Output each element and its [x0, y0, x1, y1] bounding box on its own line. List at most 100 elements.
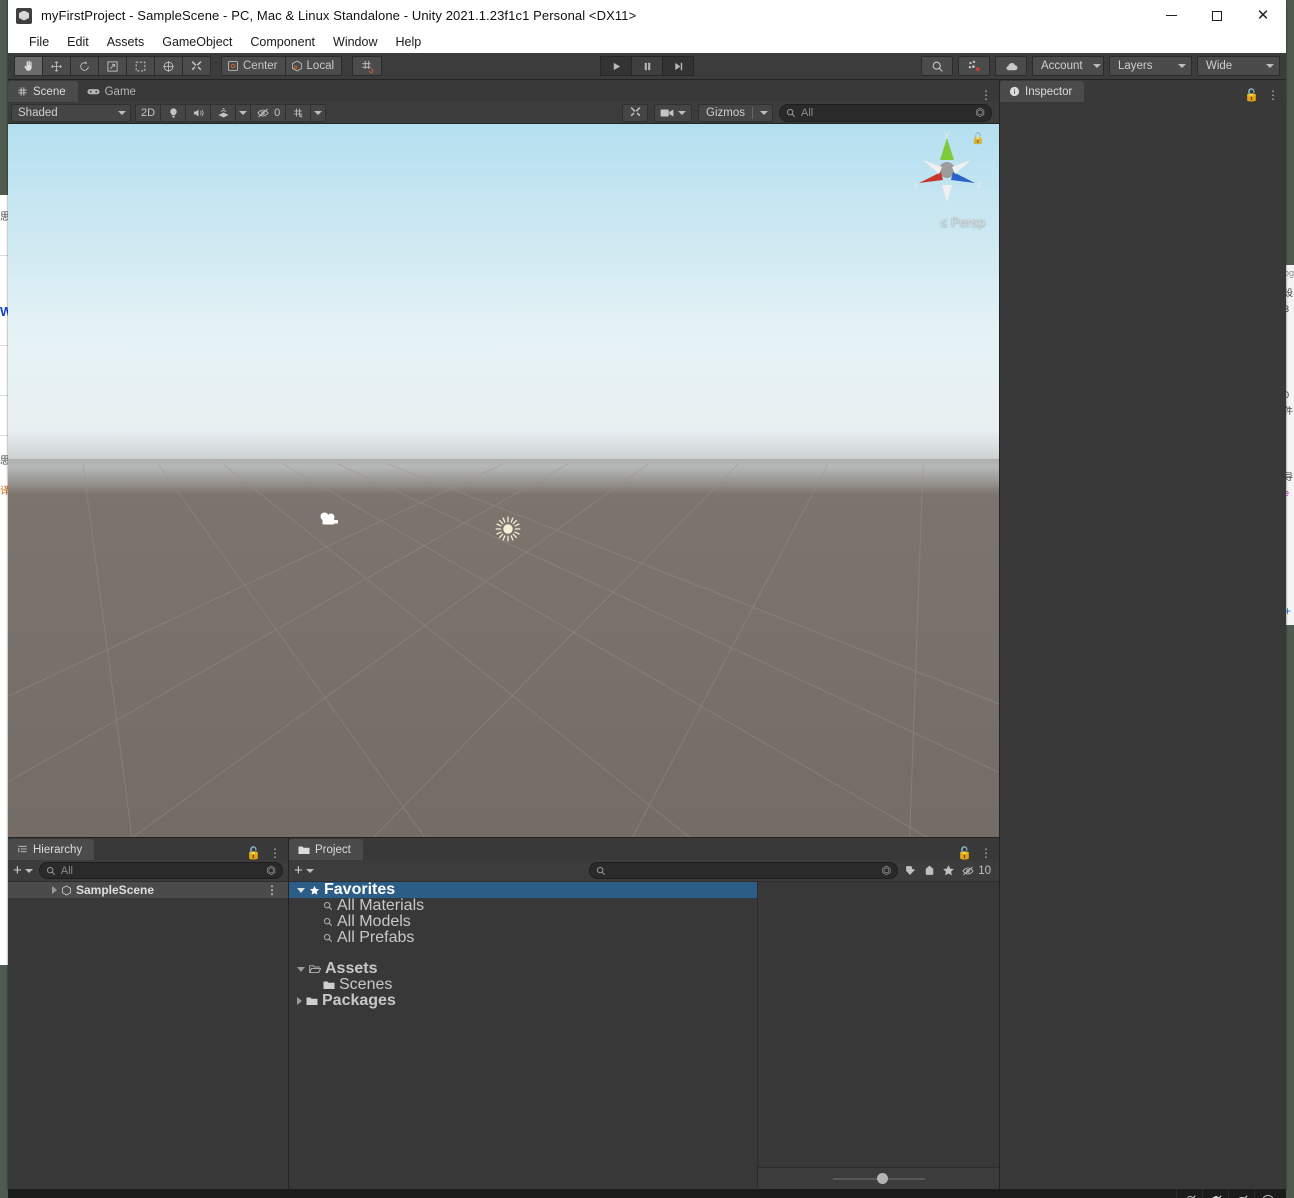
menu-item-file[interactable]: File — [20, 33, 58, 51]
expand-triangle-icon[interactable] — [297, 887, 305, 893]
project-lock-open-icon[interactable]: 🔓 — [957, 846, 972, 860]
rotate-tool-button[interactable] — [70, 56, 99, 76]
search-button[interactable] — [921, 56, 953, 76]
scene-viewport[interactable]: y x z 🔓 ≤ Persp — [8, 124, 999, 837]
preview-off-icon[interactable] — [1228, 1189, 1254, 1198]
hierarchy-add-button[interactable]: + — [13, 862, 33, 879]
tab-scene[interactable]: Scene — [8, 81, 78, 102]
project-content-area[interactable] — [758, 882, 999, 1189]
play-button[interactable] — [600, 56, 632, 76]
hierarchy-item-samplescene[interactable]: SampleScene ⋮ — [8, 882, 288, 898]
scene-hidden-objects[interactable]: 0 — [250, 103, 287, 122]
project-tree-item-all-materials[interactable]: All Materials — [289, 897, 757, 914]
search-expand-icon[interactable]: ⏣ — [266, 864, 276, 877]
expand-triangle-icon[interactable] — [52, 886, 57, 894]
step-button[interactable] — [662, 56, 694, 76]
collab-button[interactable] — [958, 56, 990, 76]
search-expand-icon[interactable]: ⏣ — [975, 106, 985, 119]
layers-label: Layers — [1118, 60, 1153, 72]
scene-icon — [62, 884, 71, 896]
projection-label[interactable]: ≤ Persp — [940, 214, 985, 229]
search-expand-icon[interactable]: ⏣ — [882, 864, 892, 877]
inspector-lock-open-icon[interactable]: 🔓 — [1244, 88, 1259, 102]
pivot-rotation-button[interactable]: Local — [284, 56, 343, 76]
grid-snap-button[interactable] — [352, 56, 383, 76]
project-zoom-slider[interactable] — [832, 1172, 925, 1184]
account-dropdown[interactable]: Account — [1032, 56, 1104, 76]
project-tree-item-packages[interactable]: Packages — [289, 992, 757, 1009]
layers-dropdown[interactable]: Layers — [1109, 56, 1192, 76]
rect-tool-button[interactable] — [126, 56, 155, 76]
scene-fx-dropdown[interactable] — [235, 103, 252, 122]
directional-light-gizmo[interactable] — [495, 516, 521, 547]
hierarchy-search-input[interactable]: All ⏣ — [38, 862, 283, 879]
menu-item-window[interactable]: Window — [324, 33, 386, 51]
main-toolbar: Center Local Account Layers Wide — [8, 53, 1286, 80]
layout-dropdown[interactable]: Wide — [1197, 56, 1280, 76]
draw-mode-dropdown[interactable]: Shaded — [11, 103, 131, 122]
scene-kebab-menu-icon[interactable]: ⋮ — [980, 88, 992, 102]
project-tree-item-all-models[interactable]: All Models — [289, 913, 757, 930]
project-add-button[interactable]: + — [294, 862, 314, 879]
menu-item-gameobject[interactable]: GameObject — [153, 33, 241, 51]
transform-tool-button[interactable] — [154, 56, 183, 76]
project-kebab-menu-icon[interactable]: ⋮ — [980, 846, 992, 860]
menu-item-assets[interactable]: Assets — [98, 33, 154, 51]
gizmos-dropdown[interactable]: Gizmos | — [698, 103, 773, 122]
project-tree[interactable]: Favorites All Materials All Models All P… — [289, 881, 758, 1189]
hierarchy-kebab-menu-icon[interactable]: ⋮ — [269, 846, 281, 860]
project-asset-type-filter[interactable] — [904, 864, 917, 877]
tab-game[interactable]: Game — [78, 81, 148, 102]
tab-project[interactable]: Project — [289, 839, 363, 860]
project-label-filter[interactable] — [923, 864, 936, 877]
main-camera-gizmo[interactable] — [318, 511, 340, 534]
slider-knob[interactable] — [876, 1172, 888, 1184]
folder-icon — [323, 981, 335, 989]
hierarchy-tree[interactable]: SampleScene ⋮ — [8, 882, 288, 1189]
hand-tool-button[interactable] — [14, 56, 43, 76]
pause-button[interactable] — [631, 56, 663, 76]
hierarchy-item-kebab-icon[interactable]: ⋮ — [266, 883, 288, 897]
check-circle-icon[interactable] — [1254, 1189, 1280, 1198]
toggle-2d-button[interactable]: 2D — [135, 103, 162, 122]
menu-item-edit[interactable]: Edit — [58, 33, 98, 51]
project-favorite-filter[interactable] — [942, 864, 955, 877]
scene-camera-button[interactable] — [654, 103, 693, 122]
project-tree-item-assets[interactable]: Assets — [289, 960, 757, 977]
inspector-kebab-menu-icon[interactable]: ⋮ — [1267, 88, 1279, 102]
tab-hierarchy[interactable]: Hierarchy — [8, 839, 95, 860]
expand-triangle-icon[interactable] — [297, 997, 302, 1005]
expand-triangle-icon[interactable] — [297, 966, 305, 972]
menu-item-component[interactable]: Component — [241, 33, 324, 51]
scene-audio-toggle[interactable] — [185, 103, 212, 122]
project-hidden-count[interactable]: 10 — [961, 865, 991, 877]
inspector-body[interactable] — [1000, 102, 1286, 1189]
layers-off-icon[interactable] — [1202, 1189, 1228, 1198]
custom-tool-button[interactable] — [182, 56, 211, 76]
project-tree-item-scenes[interactable]: Scenes — [289, 976, 757, 993]
hierarchy-lock-open-icon[interactable]: 🔓 — [246, 846, 261, 860]
gizmo-lock-icon[interactable]: 🔓 — [971, 132, 985, 145]
project-tree-item-all-prefabs[interactable]: All Prefabs — [289, 929, 757, 946]
cloud-button[interactable] — [995, 56, 1027, 76]
label-filter-icon — [925, 865, 934, 875]
project-search-input[interactable]: ⏣ — [589, 862, 899, 879]
project-tree-item-favorites[interactable]: Favorites — [289, 881, 757, 898]
scene-tools-button[interactable] — [622, 103, 649, 122]
mute-bug-icon[interactable] — [1176, 1189, 1202, 1198]
maximize-button[interactable] — [1194, 0, 1240, 31]
scene-fx-toggle[interactable] — [210, 103, 237, 122]
scene-grid-toggle[interactable] — [285, 103, 312, 122]
move-icon — [51, 60, 62, 72]
project-panel: Project 🔓 ⋮ + ⏣ 10 Favorites All Materia… — [289, 838, 999, 1189]
tab-inspector[interactable]: Inspector — [1000, 81, 1085, 102]
menu-item-help[interactable]: Help — [386, 33, 430, 51]
move-tool-button[interactable] — [42, 56, 71, 76]
close-button[interactable]: ✕ — [1240, 0, 1286, 31]
pivot-mode-button[interactable]: Center — [221, 56, 286, 76]
scale-tool-button[interactable] — [98, 56, 127, 76]
minimize-button[interactable] — [1148, 0, 1194, 31]
scene-lighting-toggle[interactable] — [160, 103, 187, 122]
scene-grid-dropdown[interactable] — [310, 103, 327, 122]
scene-search-input[interactable]: All ⏣ — [779, 103, 992, 122]
